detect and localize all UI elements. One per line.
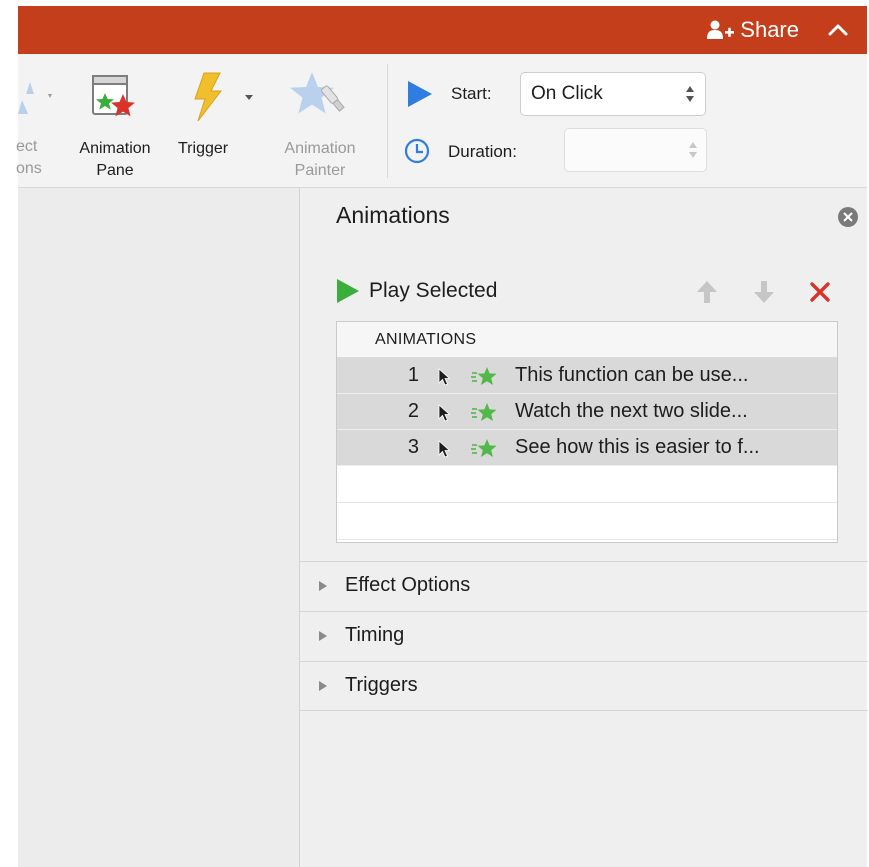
section-triggers[interactable]: Triggers: [300, 661, 868, 711]
ribbon: ect ons Animation Pane Trigger Animation…: [14, 54, 867, 188]
stepper-arrows-icon: [689, 142, 697, 158]
delete-x-icon: [810, 282, 830, 302]
empty-list-row: [337, 466, 837, 503]
section-effect-options[interactable]: Effect Options: [300, 561, 868, 611]
animation-pane-button[interactable]: Animation Pane: [65, 54, 165, 188]
effect-options-button[interactable]: ect ons: [14, 54, 56, 188]
disclosure-triangle-icon: [319, 631, 327, 641]
mouse-cursor-icon: [438, 368, 451, 386]
effect-options-icon: [14, 82, 52, 114]
start-label: Start:: [451, 84, 492, 103]
empty-list-row: [337, 503, 837, 540]
animation-name: This function can be use...: [515, 364, 749, 386]
move-down-button[interactable]: [752, 279, 776, 305]
play-selected-button[interactable]: Play Selected: [336, 278, 497, 304]
animation-painter-label-1: Animation: [284, 140, 356, 157]
collapse-ribbon-button[interactable]: [827, 21, 849, 39]
clock-icon: [404, 138, 430, 164]
ribbon-divider: [387, 64, 388, 178]
move-up-button[interactable]: [695, 279, 719, 305]
slide-editing-area[interactable]: [18, 188, 299, 867]
lightning-icon: [194, 72, 223, 122]
animation-name: Watch the next two slide...: [515, 400, 748, 422]
section-label: Effect Options: [345, 574, 471, 596]
effect-options-label-1: ect: [16, 138, 38, 155]
animation-pane-icon: [92, 75, 135, 117]
animations-pane: Animations Play Selected ANIMATIONS 1 Th…: [299, 188, 868, 867]
animation-name: See how this is easier to f...: [515, 436, 760, 458]
animation-painter-label-2: Painter: [294, 162, 346, 179]
arrow-down-icon: [754, 281, 774, 303]
arrow-up-icon: [697, 281, 717, 303]
disclosure-triangle-icon: [319, 581, 327, 591]
duration-label: Duration:: [448, 142, 517, 161]
add-person-icon: [707, 20, 735, 40]
trigger-label: Trigger: [178, 140, 229, 157]
section-label: Timing: [345, 624, 405, 646]
animation-pane-label-1: Animation: [79, 140, 151, 157]
trigger-button[interactable]: Trigger: [178, 54, 254, 188]
share-label: Share: [740, 17, 799, 42]
duration-input[interactable]: [564, 128, 707, 172]
section-timing[interactable]: Timing: [300, 611, 868, 661]
pane-title: Animations: [336, 202, 450, 228]
animation-painter-button[interactable]: Animation Painter: [268, 54, 372, 188]
chevron-up-icon: [828, 24, 848, 36]
mouse-cursor-icon: [438, 440, 451, 458]
entrance-star-icon: [471, 439, 497, 457]
entrance-star-icon: [471, 403, 497, 421]
animation-item[interactable]: 1 This function can be use...: [337, 358, 837, 394]
animations-list-header: ANIMATIONS: [337, 322, 837, 358]
play-start-icon: [408, 81, 432, 107]
animation-item[interactable]: 3 See how this is easier to f...: [337, 430, 837, 466]
mouse-cursor-icon: [438, 404, 451, 422]
animation-painter-icon: [290, 72, 345, 114]
start-select-value: On Click: [531, 83, 603, 104]
animation-order: 1: [407, 364, 419, 386]
close-icon: [843, 212, 853, 222]
animation-order: 3: [407, 436, 419, 458]
remove-animation-button[interactable]: [808, 279, 832, 305]
title-bar: Share: [18, 6, 867, 54]
effect-options-label-2: ons: [16, 160, 42, 177]
play-selected-label: Play Selected: [369, 279, 498, 302]
entrance-star-icon: [471, 367, 497, 385]
start-select[interactable]: On Click: [520, 72, 706, 116]
animation-item[interactable]: 2 Watch the next two slide...: [337, 394, 837, 430]
share-button[interactable]: Share: [707, 17, 799, 42]
dropdown-arrow-icon: [245, 95, 253, 100]
animation-order: 2: [407, 400, 419, 422]
close-pane-button[interactable]: [838, 207, 858, 227]
section-label: Triggers: [345, 674, 418, 696]
stepper-arrows-icon: [686, 86, 694, 102]
animations-list[interactable]: ANIMATIONS 1 This function can be use...…: [336, 321, 838, 543]
animation-pane-label-2: Pane: [96, 162, 134, 179]
play-icon: [337, 279, 359, 303]
disclosure-triangle-icon: [319, 681, 327, 691]
